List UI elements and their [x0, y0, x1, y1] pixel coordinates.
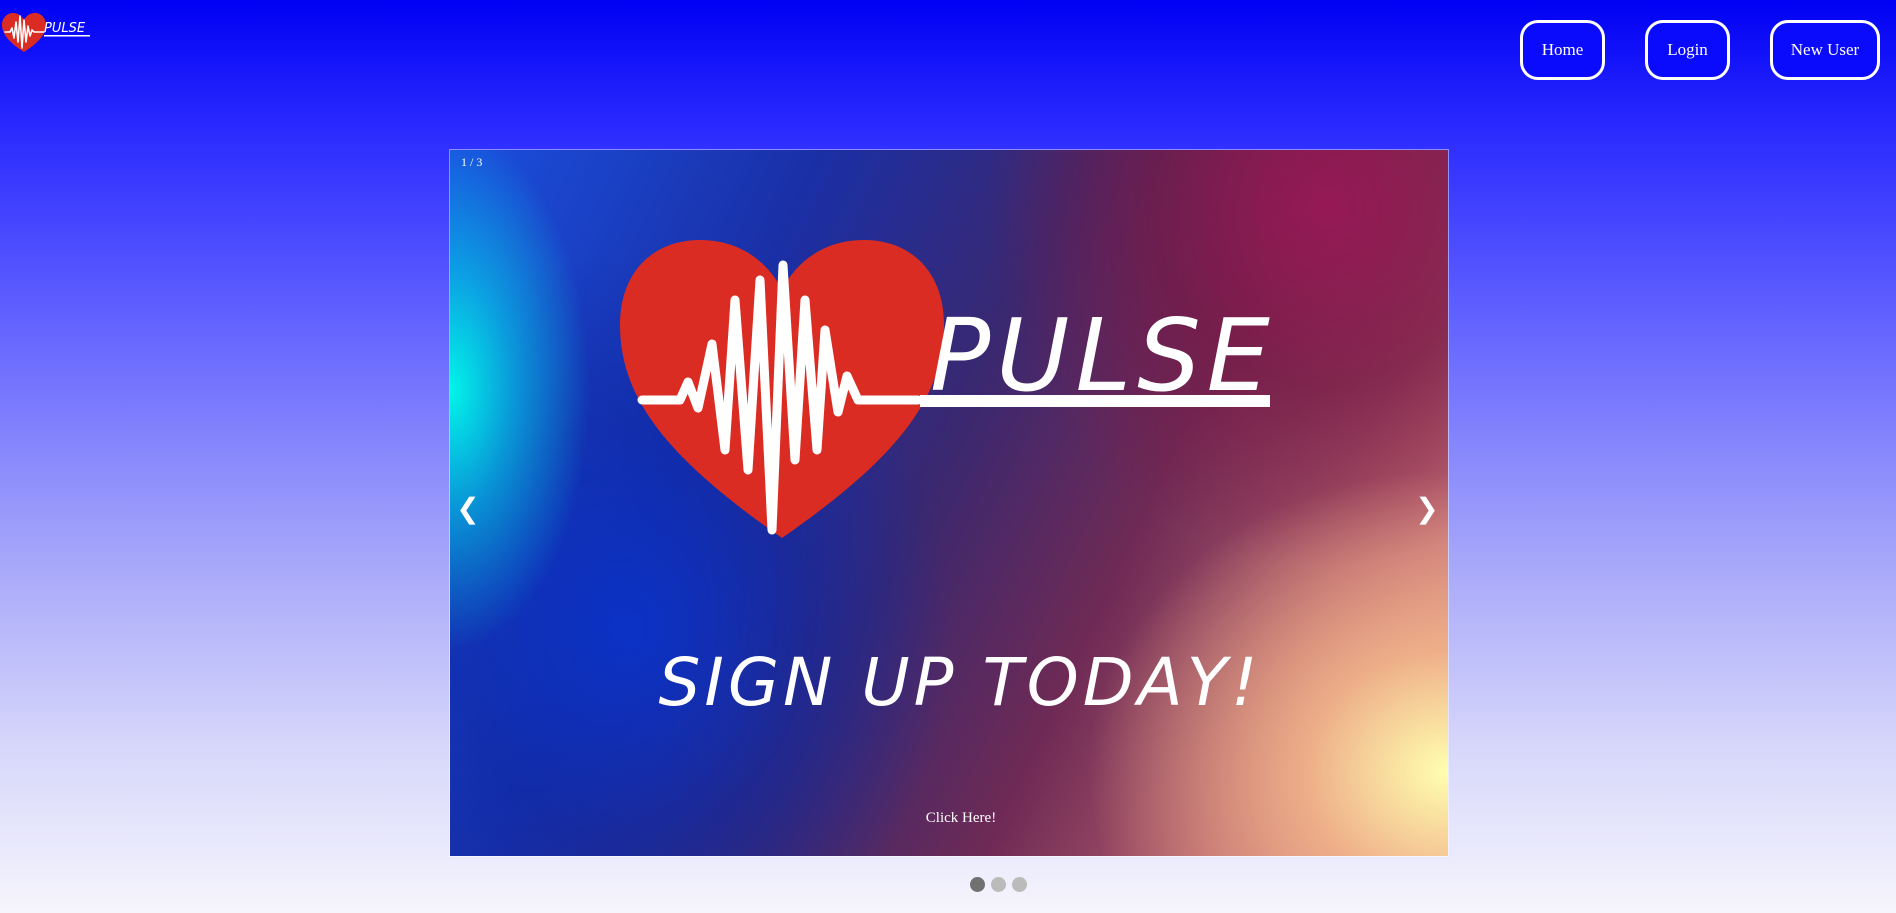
previous-slide-button[interactable]: ❮ [453, 488, 483, 528]
brand-underline [920, 395, 1270, 407]
logo-text: PULSE [44, 21, 86, 36]
slide-indicators [0, 877, 1896, 892]
heart-pulse-logo-icon: PULSE [2, 13, 90, 52]
slideshow: PULSE SIGN UP TODAY! 1 / 3 ❮ ❯ Click Her… [449, 149, 1449, 857]
cta-link[interactable]: Click Here! [450, 810, 1448, 827]
slide-headline: SIGN UP TODAY! [659, 644, 1262, 721]
slide-dot-3[interactable] [1011, 877, 1027, 892]
next-slide-button[interactable]: ❯ [1412, 488, 1442, 528]
site-logo[interactable]: PULSE [2, 12, 90, 54]
login-button[interactable]: Login [1645, 20, 1730, 80]
slide-dot-1[interactable] [969, 877, 985, 892]
new-user-button[interactable]: New User [1770, 20, 1880, 80]
chevron-right-icon: ❯ [1415, 491, 1439, 525]
chevron-left-icon: ❮ [456, 491, 480, 525]
slide-counter: 1 / 3 [461, 155, 483, 169]
slide-artwork: PULSE SIGN UP TODAY! [620, 240, 1270, 721]
slide-dot-2[interactable] [990, 877, 1006, 892]
home-button[interactable]: Home [1520, 20, 1605, 80]
